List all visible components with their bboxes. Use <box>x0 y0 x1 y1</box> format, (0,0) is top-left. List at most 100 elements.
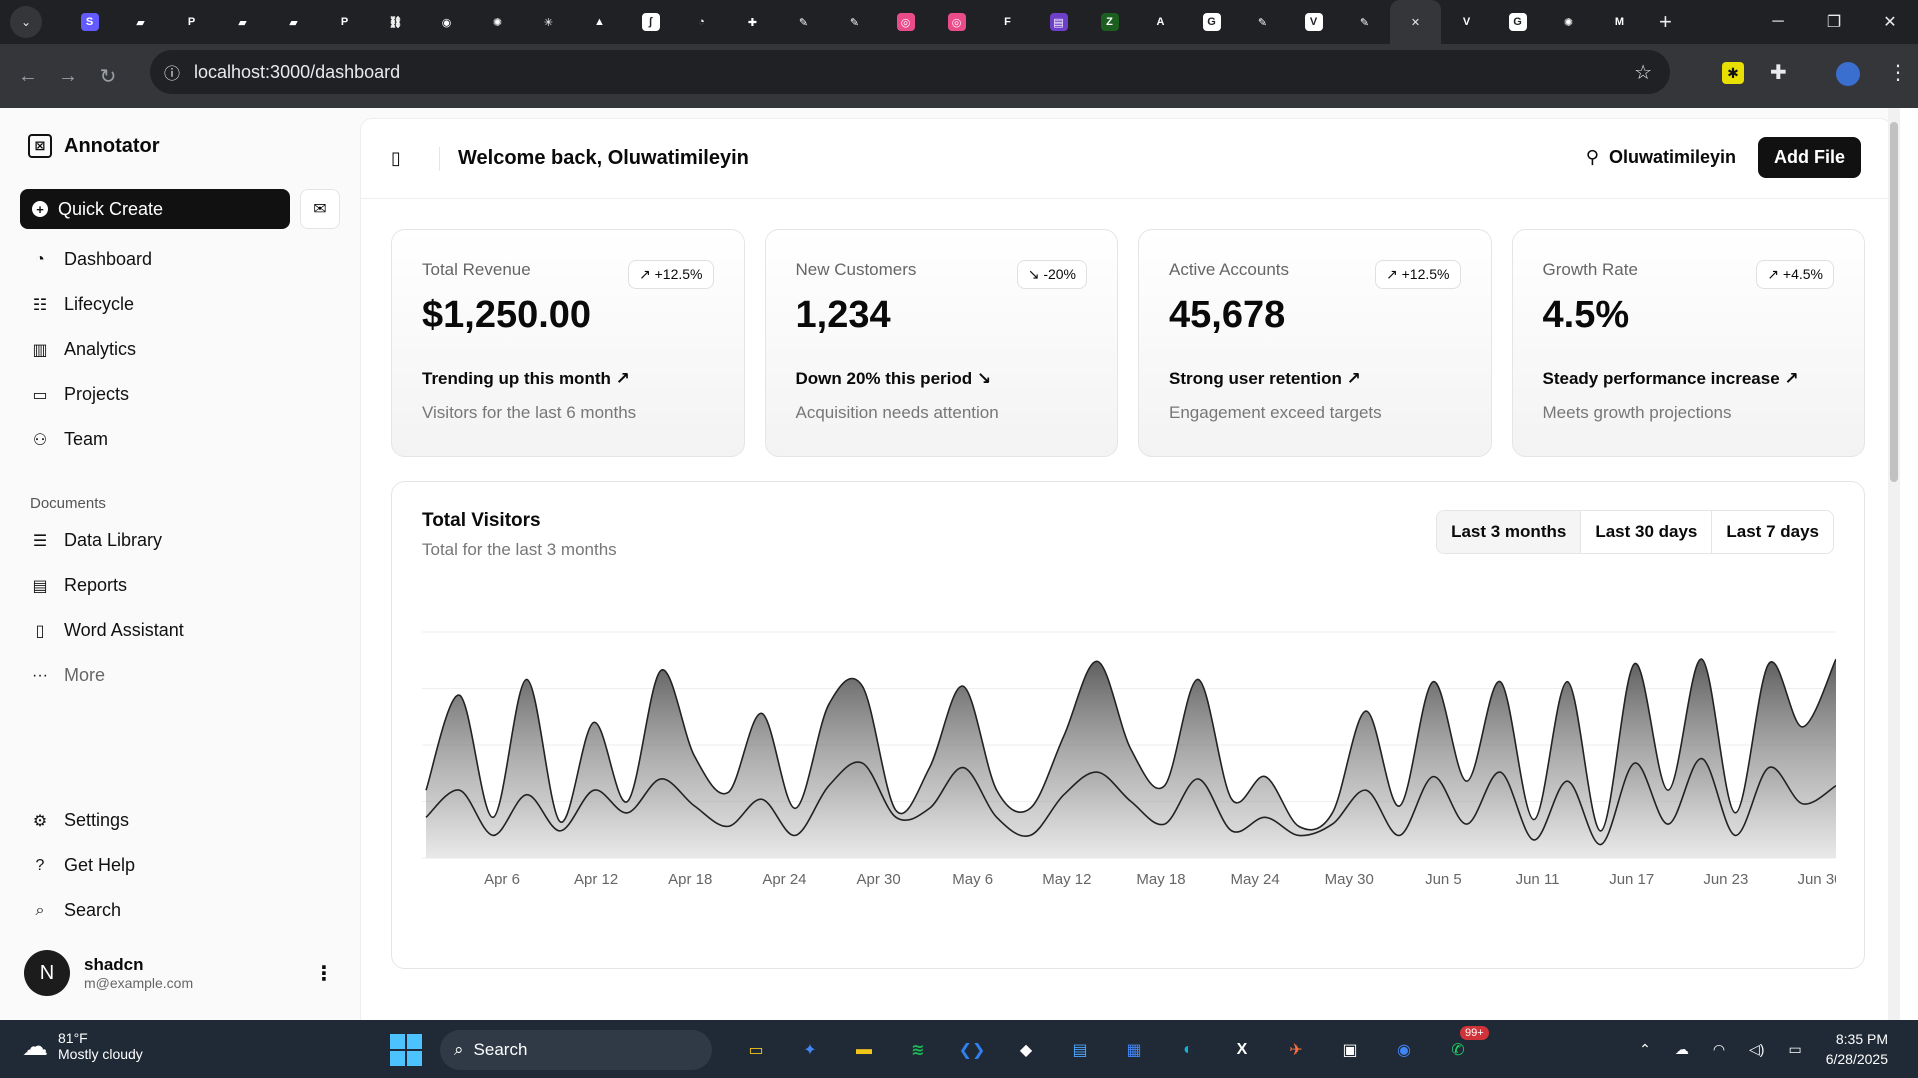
browser-tab[interactable]: ◔ <box>676 0 727 44</box>
documents-section-label: Documents <box>30 494 106 512</box>
sidebar-item-settings[interactable]: ⚙ Settings <box>20 798 340 843</box>
browser-tab[interactable]: F <box>982 0 1033 44</box>
browser-tab[interactable]: M <box>1594 0 1645 44</box>
browser-tab[interactable]: ✕ <box>1390 0 1441 44</box>
wifi-icon[interactable]: ◠ <box>1713 1041 1725 1058</box>
close-window-icon[interactable]: ✕ <box>1862 0 1918 44</box>
onedrive-icon[interactable]: ☁ <box>1675 1041 1689 1058</box>
file-explorer-icon[interactable]: ▭ <box>740 1034 772 1066</box>
clock[interactable]: 8:35 PM 6/28/2025 <box>1826 1029 1888 1069</box>
browser-tab[interactable]: G <box>1186 0 1237 44</box>
secondary-nav: ⚙ Settings? Get Help ⌕ Search <box>20 798 340 933</box>
browser-tab[interactable]: P <box>319 0 370 44</box>
browser-tab[interactable]: ✺ <box>472 0 523 44</box>
forward-icon[interactable]: → <box>48 65 88 88</box>
brand[interactable]: ⊠ Annotator <box>28 134 160 158</box>
notepad-icon[interactable]: ▤ <box>1064 1034 1096 1066</box>
browser-tab[interactable]: ◉ <box>421 0 472 44</box>
taskbar-search[interactable]: ⌕ Search <box>440 1030 712 1070</box>
browser-tab[interactable]: S <box>64 0 115 44</box>
chrome-icon[interactable]: ◉ <box>1388 1034 1420 1066</box>
sidebar-item-reports[interactable]: ▤ Reports <box>20 563 340 608</box>
browser-tab[interactable]: ▲ <box>574 0 625 44</box>
browser-tab[interactable]: ◎ <box>931 0 982 44</box>
spotify-icon[interactable]: ≋ <box>902 1034 934 1066</box>
sidebar-item-dashboard[interactable]: ◔ Dashboard <box>20 237 340 282</box>
browser-tab[interactable]: ◎ <box>880 0 931 44</box>
range-option-last-3-months[interactable]: Last 3 months <box>1437 511 1581 553</box>
copilot-icon[interactable]: ✦ <box>794 1034 826 1066</box>
range-option-last-30-days[interactable]: Last 30 days <box>1580 511 1712 553</box>
edge-icon[interactable]: ◐ <box>1172 1034 1204 1066</box>
sidebar-item-lifecycle[interactable]: ☷ Lifecycle <box>20 282 340 327</box>
sidebar-item-search[interactable]: ⌕ Search <box>20 888 340 933</box>
sidebar-item-word-assistant[interactable]: ▯ Word Assistant <box>20 608 340 653</box>
weather-widget[interactable]: ☁ 81°F Mostly cloudy <box>22 1030 143 1062</box>
sidebar-item-analytics[interactable]: ▥ Analytics <box>20 327 340 372</box>
tab-search-button[interactable]: ⌄ <box>10 6 42 38</box>
header-user[interactable]: ⚲ Oluwatimileyin <box>1586 147 1736 168</box>
new-tab-button[interactable]: + <box>1659 9 1672 35</box>
sidebar-item-team[interactable]: ⚇ Team <box>20 417 340 462</box>
search-icon: ⌕ <box>454 1040 464 1059</box>
add-file-button[interactable]: Add File <box>1758 137 1861 178</box>
profile-avatar[interactable] <box>1836 62 1860 86</box>
browser-tab[interactable]: ʃ <box>625 0 676 44</box>
browser-tab[interactable]: G <box>1492 0 1543 44</box>
stat-footer-description: Engagement exceed targets <box>1169 403 1382 422</box>
vscode-icon[interactable]: ❮❯ <box>956 1034 988 1066</box>
extension-icon[interactable]: ✱ <box>1722 62 1744 84</box>
browser-tab[interactable]: ✎ <box>778 0 829 44</box>
sidebar-toggle-icon[interactable]: ▯ <box>391 148 421 169</box>
address-bar[interactable]: ⓘ localhost:3000/dashboard ☆ <box>150 50 1670 94</box>
browser-tab[interactable]: ▰ <box>115 0 166 44</box>
chevron-up-icon[interactable]: ⌃ <box>1639 1041 1651 1058</box>
sidebar-item-projects[interactable]: ▭ Projects <box>20 372 340 417</box>
volume-icon[interactable]: ◁) <box>1749 1041 1764 1058</box>
start-button[interactable] <box>390 1034 422 1066</box>
browser-tab[interactable]: ✺ <box>1543 0 1594 44</box>
sidebar-item-get-help[interactable]: ? Get Help <box>20 843 340 888</box>
page-scrollbar[interactable] <box>1888 108 1900 1020</box>
browser-tab[interactable]: ✎ <box>1339 0 1390 44</box>
box-icon[interactable]: ▣ <box>1334 1034 1366 1066</box>
browser-tab[interactable]: ⛓ <box>370 0 421 44</box>
url-text[interactable]: localhost:3000/dashboard <box>194 62 400 83</box>
more-vertical-icon[interactable]: ⋮ <box>314 961 334 986</box>
sidebar-item-data-library[interactable]: ☰ Data Library <box>20 518 340 563</box>
sidebar-item-more[interactable]: ··· More <box>20 653 340 698</box>
mongodb-icon[interactable]: ◆ <box>1010 1034 1042 1066</box>
postman-icon[interactable]: ✈ <box>1280 1034 1312 1066</box>
folder-icon[interactable]: ▬ <box>848 1034 880 1066</box>
notification-badge: 99+ <box>1460 1026 1489 1040</box>
minimize-icon[interactable]: ─ <box>1750 0 1806 44</box>
back-icon[interactable]: ← <box>8 65 48 88</box>
browser-tab[interactable]: ✎ <box>1237 0 1288 44</box>
x-icon[interactable]: X <box>1226 1034 1258 1066</box>
browser-menu-icon[interactable]: ⋮ <box>1888 60 1908 85</box>
battery-icon[interactable]: ▭ <box>1788 1041 1801 1058</box>
bookmark-star-icon[interactable]: ☆ <box>1634 60 1652 85</box>
reload-icon[interactable]: ↻ <box>88 64 128 89</box>
store-icon[interactable]: ▦ <box>1118 1034 1150 1066</box>
user-menu[interactable]: N shadcn m@example.com ⋮ <box>24 950 334 996</box>
maximize-icon[interactable]: ❐ <box>1806 0 1862 44</box>
browser-tab[interactable]: ✚ <box>727 0 778 44</box>
quick-create-button[interactable]: + Quick Create <box>20 189 290 229</box>
browser-tab[interactable]: ✳ <box>523 0 574 44</box>
browser-tab[interactable]: V <box>1288 0 1339 44</box>
scrollbar-thumb[interactable] <box>1890 122 1898 482</box>
browser-tab[interactable]: ▰ <box>217 0 268 44</box>
range-option-last-7-days[interactable]: Last 7 days <box>1711 511 1833 553</box>
site-info-icon[interactable]: ⓘ <box>164 60 180 84</box>
browser-tab[interactable]: ▰ <box>268 0 319 44</box>
browser-tab[interactable]: P <box>166 0 217 44</box>
browser-tab[interactable]: ▤ <box>1033 0 1084 44</box>
window-controls: ─ ❐ ✕ <box>1750 0 1918 44</box>
extensions-puzzle-icon[interactable]: ✚ <box>1770 60 1787 85</box>
browser-tab[interactable]: V <box>1441 0 1492 44</box>
browser-tab[interactable]: Z <box>1084 0 1135 44</box>
browser-tab[interactable]: A <box>1135 0 1186 44</box>
browser-tab[interactable]: ✎ <box>829 0 880 44</box>
inbox-button[interactable]: ✉ <box>300 189 340 229</box>
